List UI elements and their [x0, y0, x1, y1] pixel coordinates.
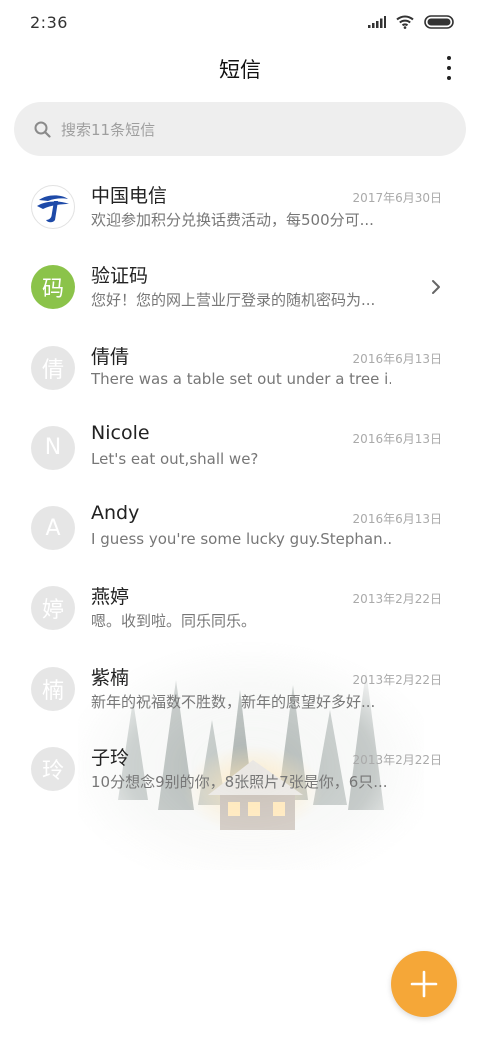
new-message-button[interactable] — [391, 951, 457, 1017]
message-preview: There was a table set out under a tree i… — [91, 369, 391, 388]
conversation-item[interactable]: A Andy 2016年6月13日 I guess you're some lu… — [0, 489, 480, 569]
conversation-item[interactable]: 玲 子玲 2013年2月22日 10分想念9别的你，8张照片7张是你，6只... — [0, 730, 480, 810]
search-input[interactable]: 搜索11条短信 — [14, 102, 466, 156]
more-dot-icon — [447, 56, 451, 60]
conversation-item[interactable]: 中国电信 2017年6月30日 欢迎参加积分兑换话费活动，每500分可... — [0, 168, 480, 248]
conversation-item[interactable]: 倩 倩倩 2016年6月13日 There was a table set ou… — [0, 329, 480, 409]
message-date: 2017年6月30日 — [352, 191, 442, 205]
plus-icon — [410, 970, 438, 998]
avatar: N — [31, 425, 75, 470]
search-icon — [34, 121, 51, 138]
message-date: 2016年6月13日 — [352, 431, 442, 446]
message-preview: 嗯。收到啦。同乐同乐。 — [91, 612, 257, 631]
contact-name: Nicole — [91, 421, 150, 444]
contact-name: 燕婷 — [91, 586, 130, 609]
conversation-list: 中国电信 2017年6月30日 欢迎参加积分兑换话费活动，每500分可... 码… — [0, 168, 480, 810]
message-date: 2016年6月13日 — [352, 351, 442, 366]
contact-name: 中国电信 — [91, 185, 168, 207]
message-date: 2013年2月22日 — [352, 753, 442, 768]
wifi-icon — [396, 15, 414, 29]
message-preview: I guess you're some lucky guy.Stephan... — [91, 530, 391, 549]
page-title: 短信 — [219, 58, 261, 82]
message-date: 2016年6月13日 — [352, 512, 442, 527]
message-date: 2013年2月22日 — [352, 592, 442, 607]
contact-name: 倩倩 — [91, 345, 130, 368]
battery-icon — [424, 15, 454, 29]
avatar: A — [31, 506, 75, 551]
more-dot-icon — [447, 76, 451, 80]
message-preview: 欢迎参加积分兑换话费活动，每500分可... — [91, 211, 374, 229]
avatar: 倩 — [31, 345, 75, 390]
conversation-item[interactable]: N Nicole 2016年6月13日 Let's eat out,shall … — [0, 409, 480, 489]
avatar: 婷 — [31, 586, 75, 631]
message-preview: Let's eat out,shall we? — [91, 449, 259, 468]
more-dot-icon — [447, 66, 451, 70]
china-telecom-logo-icon — [37, 195, 69, 223]
conversation-item[interactable]: 码 验证码 您好！您的网上营业厅登录的随机密码为... — [0, 248, 480, 328]
contact-name: 验证码 — [91, 265, 149, 288]
title-bar: 短信 — [0, 44, 480, 94]
avatar — [31, 185, 75, 229]
message-preview: 您好！您的网上营业厅登录的随机密码为... — [91, 291, 376, 310]
avatar: 码 — [31, 265, 75, 310]
avatar: 楠 — [31, 666, 75, 711]
message-preview: 新年的祝福数不胜数，新年的愿望好多好... — [91, 692, 376, 711]
status-time: 2:36 — [30, 12, 68, 32]
search-placeholder: 搜索11条短信 — [61, 120, 156, 139]
contact-name: 子玲 — [91, 747, 130, 770]
contact-name: Andy — [91, 502, 140, 525]
conversation-item[interactable]: 楠 紫楠 2013年2月22日 新年的祝福数不胜数，新年的愿望好多好... — [0, 650, 480, 730]
signal-icon — [368, 16, 386, 28]
chevron-right-icon — [432, 280, 440, 295]
status-bar: 2:36 — [0, 0, 480, 44]
message-preview: 10分想念9别的你，8张照片7张是你，6只... — [91, 773, 388, 792]
conversation-item[interactable]: 婷 燕婷 2013年2月22日 嗯。收到啦。同乐同乐。 — [0, 569, 480, 649]
avatar: 玲 — [31, 747, 75, 792]
status-icons — [368, 15, 454, 29]
contact-name: 紫楠 — [91, 666, 130, 689]
more-options-button[interactable] — [444, 56, 454, 80]
message-date: 2013年2月22日 — [352, 672, 442, 687]
